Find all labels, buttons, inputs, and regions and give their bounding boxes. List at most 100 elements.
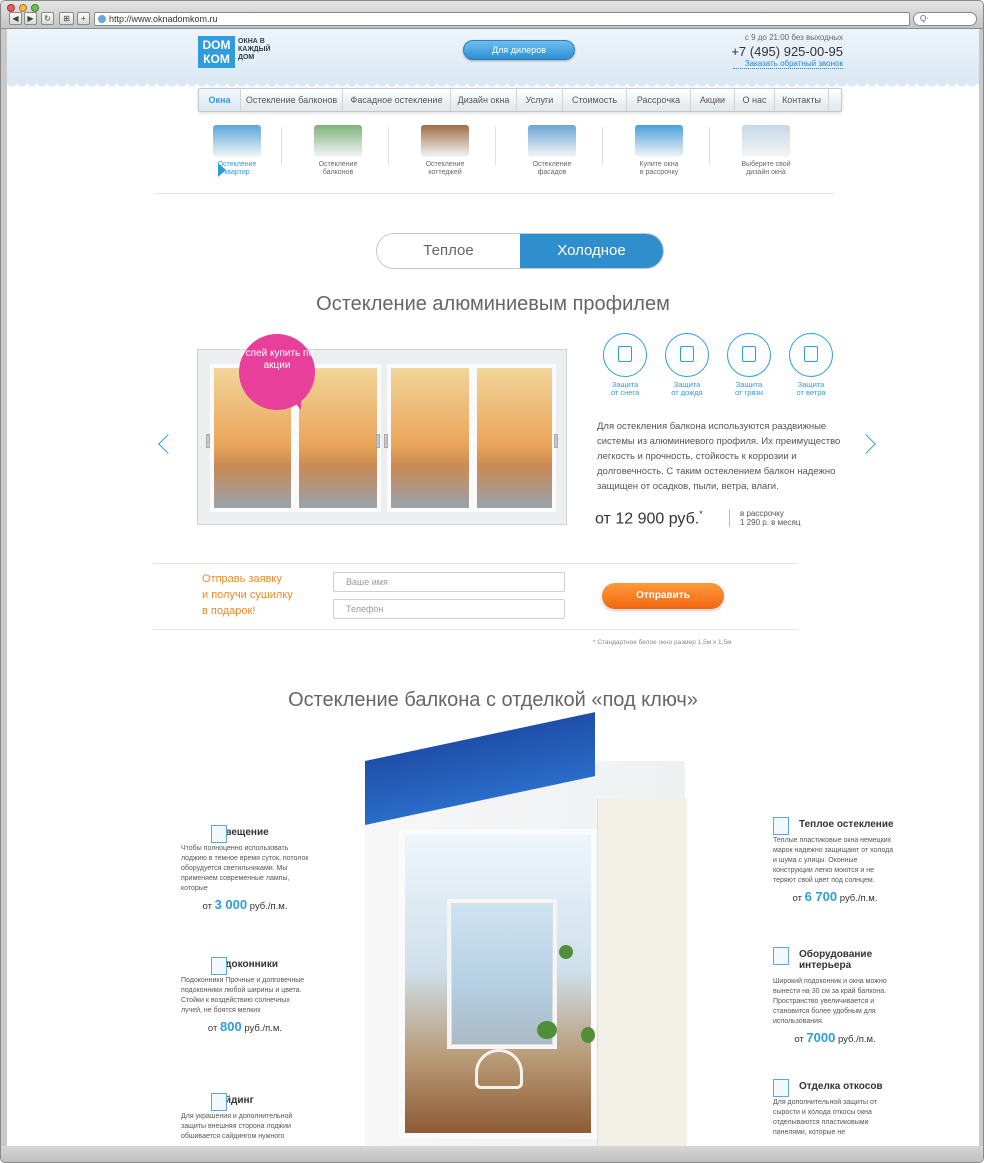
plant — [581, 1027, 595, 1043]
slider-next-icon[interactable] — [856, 434, 876, 454]
icon-glyph — [680, 346, 694, 362]
siding-icon — [211, 1093, 227, 1111]
menu-item[interactable]: Остекление балконов — [241, 89, 343, 111]
name-input[interactable]: Ваше имя — [333, 572, 565, 592]
dirt-protection-icon — [727, 333, 771, 377]
back-icon[interactable]: ◀ — [9, 12, 22, 25]
feature-item: Защита от ветра — [783, 333, 839, 397]
menu-item[interactable]: Акции — [691, 89, 735, 111]
logo[interactable]: DOM КОМ — [198, 36, 235, 68]
working-hours: с 9 до 21:00 без выходных — [744, 33, 843, 42]
snow-protection-icon — [603, 333, 647, 377]
minimize-window-icon[interactable] — [19, 4, 27, 12]
window-handle — [376, 434, 380, 448]
menu-item[interactable]: О нас — [735, 89, 775, 111]
close-window-icon[interactable] — [7, 4, 15, 12]
menu-item[interactable]: Окна — [199, 89, 241, 111]
window-handle — [206, 434, 210, 448]
feature-label-line2: от снега — [610, 388, 640, 397]
turnkey-feature-text: Теплые пластиковые окна немецких марок н… — [773, 837, 894, 884]
category-label-line2: коттеджей — [428, 169, 462, 176]
category-picture-icon — [528, 125, 576, 157]
submit-button[interactable]: Отправить — [602, 583, 724, 609]
interior-icon — [773, 947, 789, 965]
browser-window: ◀ ▶ ↻ ⊞ + http://www.oknadomkom.ru Q· DO… — [0, 0, 984, 1163]
price-value: 6 700 — [804, 889, 838, 904]
price-text: от 12 900 руб. — [595, 510, 700, 528]
category-item[interactable]: Остекление квартир — [184, 125, 290, 177]
turnkey-feature: Оборудование интерьера Широкий подоконник… — [773, 947, 897, 1045]
plant — [559, 945, 573, 959]
category-label-line1: Остекление — [217, 161, 257, 168]
window-handle — [554, 434, 558, 448]
search-icon: Q· — [920, 14, 929, 23]
turnkey-feature: Отделка откосов Для дополнительной защиты… — [773, 1079, 897, 1138]
turnkey-feature: Сайдинг Для украшения и дополнительной за… — [181, 1093, 309, 1142]
address-bar[interactable]: http://www.oknadomkom.ru — [94, 12, 910, 26]
add-tab-icon[interactable]: + — [77, 12, 90, 25]
phone-input[interactable]: Телефон — [333, 599, 565, 619]
toggle-warm[interactable]: Теплое — [377, 234, 520, 268]
toggle-cold[interactable]: Холодное — [520, 234, 663, 268]
price-prefix: от — [792, 893, 802, 904]
category-label-line2: дизайн окна — [746, 169, 786, 176]
dealers-button[interactable]: Для дилеров — [463, 40, 575, 60]
slider-prev-icon[interactable] — [158, 434, 178, 454]
turnkey-feature-price: от 6 700 руб./п.м. — [773, 889, 897, 904]
category-label-line2: балконов — [322, 169, 354, 176]
category-item[interactable]: Остекление балконов — [285, 125, 391, 177]
slopes-icon — [773, 1079, 789, 1097]
price-unit: руб./п.м. — [244, 1023, 283, 1034]
balcony-chair — [475, 1049, 523, 1089]
site-header: DOM КОМ Окна в каждый дом Для дилеров с … — [7, 29, 979, 81]
category-picture-icon — [213, 125, 261, 157]
category-item[interactable]: Выберите свой дизайн окна — [713, 125, 819, 177]
menu-item[interactable]: Услуги — [517, 89, 563, 111]
main-menu: Окна Остекление балконов Фасадное остеклен… — [198, 88, 842, 112]
address-text: http://www.oknadomkom.ru — [109, 14, 218, 24]
category-item[interactable]: Остекление фасадов — [499, 125, 605, 177]
menu-item[interactable]: Дизайн окна — [451, 89, 517, 111]
turnkey-feature-title: Подоконники — [212, 959, 278, 970]
category-label-line2: фасадов — [537, 169, 567, 176]
promo-bubble[interactable]: Успей купить по акции — [239, 334, 315, 410]
turnkey-feature-text: Широкий подоконник и окна можно вынести … — [773, 978, 887, 1025]
price-value: 7000 — [806, 1030, 836, 1045]
category-label-line1: Выберите свой — [741, 161, 791, 168]
installment-line1: в рассрочку — [740, 509, 784, 518]
category-label-line1: Остекление — [425, 161, 465, 168]
warm-glazing-icon — [773, 817, 789, 835]
menu-item[interactable]: Рассрочка — [627, 89, 691, 111]
browser-search[interactable]: Q· — [913, 12, 977, 26]
turnkey-feature: Подоконники Подоконники Прочные и долгове… — [181, 957, 309, 1034]
profile-price: от 12 900 руб.* — [595, 509, 703, 528]
turnkey-section-title: Остекление балкона с отделкой «под ключ» — [288, 689, 698, 711]
offer-line3: в подарок! — [202, 605, 256, 617]
price-unit: руб./п.м. — [837, 1034, 876, 1045]
category-item[interactable]: Купите окна в рассрочку — [606, 125, 712, 177]
forward-icon[interactable]: ▶ — [24, 12, 37, 25]
turnkey-feature: Освещение Чтобы полноценно использовать л… — [181, 825, 309, 912]
turnkey-feature-title: Отделка откосов — [799, 1081, 883, 1092]
reload-icon[interactable]: ↻ — [41, 12, 54, 25]
category-separator — [281, 127, 282, 165]
bookmarks-icon[interactable]: ⊞ — [59, 12, 74, 25]
turnkey-feature-price: от 800 руб./п.м. — [181, 1019, 309, 1034]
turnkey-feature-text: Чтобы полноценно использовать лоджию в т… — [181, 845, 309, 892]
menu-item[interactable]: Стоимость — [563, 89, 627, 111]
price-value: 800 — [220, 1019, 242, 1034]
phone-number: +7 (495) 925-00-95 — [731, 44, 843, 59]
active-category-indicator-icon — [218, 163, 226, 177]
web-page: DOM КОМ Окна в каждый дом Для дилеров с … — [7, 29, 979, 1146]
menu-item[interactable]: Контакты — [775, 89, 829, 111]
callback-link[interactable]: Заказать обратный звонок — [733, 59, 843, 69]
feature-item: Защита от снега — [597, 333, 653, 397]
browser-toolbar: ◀ ▶ ↻ ⊞ + http://www.oknadomkom.ru Q· — [1, 1, 983, 29]
maximize-window-icon[interactable] — [31, 4, 39, 12]
menu-item[interactable]: Фасадное остекление — [343, 89, 451, 111]
category-label-line1: Купите окна — [639, 161, 679, 168]
logo-top-text: DOM — [202, 38, 231, 52]
balcony-side-wall — [597, 799, 687, 1146]
turnkey-feature-text: Для дополнительной защиты от сырости и х… — [773, 1099, 877, 1136]
category-item[interactable]: Остекление коттеджей — [392, 125, 498, 177]
